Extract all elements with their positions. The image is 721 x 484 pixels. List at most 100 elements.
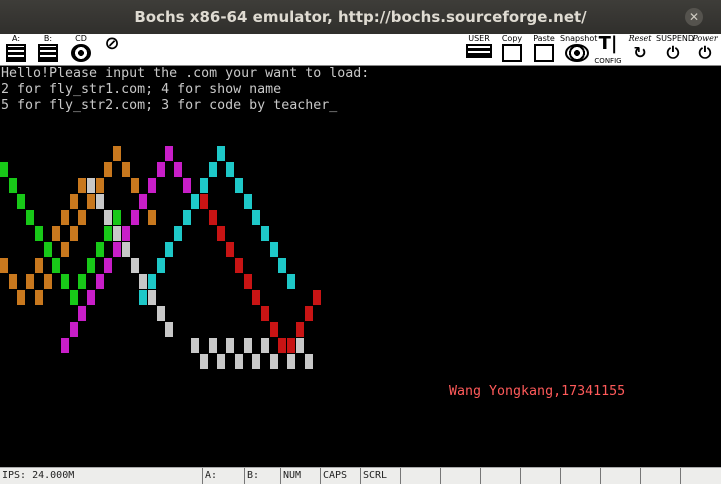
camera-icon [565, 44, 589, 62]
num-lock-indicator: NUM [280, 468, 319, 484]
flying-char-cell [52, 226, 60, 241]
console-line-1: Hello!Please input the .com your want to… [1, 66, 370, 81]
floppy-icon [38, 44, 58, 62]
flying-char-cell [131, 178, 139, 193]
copy-button[interactable]: Copy [498, 34, 526, 65]
cdrom-icon [71, 44, 91, 62]
flying-char-cell [157, 258, 165, 273]
flying-char-cell [287, 354, 295, 369]
flying-char-cell [244, 274, 252, 289]
flying-char-cell [113, 226, 121, 241]
flying-char-cell [305, 354, 313, 369]
flying-char-cell [270, 354, 278, 369]
floppy-a-indicator: A: [202, 468, 243, 484]
flying-char-cell [235, 258, 243, 273]
flying-char-cell [131, 210, 139, 225]
power-button[interactable]: Power ⏻ [690, 34, 720, 65]
user-button[interactable]: USER [464, 34, 494, 65]
flying-char-cell [148, 210, 156, 225]
emulator-screen[interactable]: Hello!Please input the .com your want to… [0, 66, 721, 467]
flying-char-cell [174, 162, 182, 177]
flying-char-cell [252, 210, 260, 225]
status-slot [400, 468, 441, 484]
window-titlebar[interactable]: Bochs x86-64 emulator, http://bochs.sour… [0, 0, 721, 34]
flying-char-cell [35, 226, 43, 241]
flying-char-cell [252, 290, 260, 305]
floppy-a-label: A: [11, 34, 21, 43]
flying-char-cell [226, 162, 234, 177]
config-label: CONFIG [594, 57, 622, 65]
flying-char-cell [35, 258, 43, 273]
paste-button[interactable]: Paste [530, 34, 558, 65]
snapshot-button[interactable]: Snapshot [560, 34, 598, 65]
flying-char-cell [9, 178, 17, 193]
flying-char-cell [0, 162, 8, 177]
floppy-b-label: B: [43, 34, 53, 43]
flying-char-cell [200, 194, 208, 209]
reset-label: Reset [628, 34, 652, 43]
mouse-button[interactable]: ⊘ [98, 34, 126, 65]
flying-char-cell [78, 210, 86, 225]
flying-char-cell [44, 242, 52, 257]
flying-char-cell [26, 210, 34, 225]
copy-icon [502, 44, 522, 62]
mouse-disabled-icon: ⊘ [104, 33, 120, 54]
flying-char-cell [244, 338, 252, 353]
flying-char-cell [261, 338, 269, 353]
flying-char-cell [0, 258, 8, 273]
flying-char-cell [70, 226, 78, 241]
flying-char-cell [61, 242, 69, 257]
flying-char-cell [44, 274, 52, 289]
flying-char-cell [296, 338, 304, 353]
close-icon[interactable]: ✕ [685, 8, 703, 26]
flying-char-cell [87, 258, 95, 273]
flying-char-cell [139, 274, 147, 289]
flying-char-cell [235, 178, 243, 193]
flying-char-cell [183, 210, 191, 225]
flying-char-cell [305, 306, 313, 321]
copy-label: Copy [501, 34, 523, 43]
flying-char-cell [78, 274, 86, 289]
config-button[interactable]: T| CONFIG [594, 34, 622, 66]
status-slot [640, 468, 681, 484]
floppy-a-button[interactable]: A: [4, 34, 28, 65]
flying-char-cell [157, 306, 165, 321]
suspend-button[interactable]: SUSPEND ⏻ [656, 34, 694, 65]
floppy-b-button[interactable]: B: [36, 34, 60, 65]
cdrom-label: CD [75, 34, 87, 43]
flying-char-cell [296, 322, 304, 337]
console-line-3: 5 for fly_str2.com; 3 for code by teache… [1, 98, 337, 114]
flying-char-cell [70, 322, 78, 337]
flying-char-cell [209, 210, 217, 225]
cdrom-button[interactable]: CD [66, 34, 96, 65]
flying-char-cell [17, 290, 25, 305]
scroll-lock-indicator: SCRL [360, 468, 399, 484]
flying-char-cell [217, 146, 225, 161]
flying-char-cell [287, 274, 295, 289]
flying-char-cell [35, 290, 43, 305]
status-slot [520, 468, 561, 484]
flying-char-cell [122, 226, 130, 241]
flying-char-cell [104, 210, 112, 225]
user-label: USER [468, 34, 490, 43]
flying-char-cell [122, 162, 130, 177]
flying-char-cell [104, 258, 112, 273]
flying-char-cell [61, 210, 69, 225]
status-slot [560, 468, 601, 484]
flying-char-cell [96, 242, 104, 257]
console-line-2: 2 for fly_str1.com; 4 for show name [1, 82, 282, 97]
flying-char-cell [148, 274, 156, 289]
flying-char-cell [278, 258, 286, 273]
flying-char-cell [104, 162, 112, 177]
reset-button[interactable]: Reset ↻ [624, 34, 656, 65]
flying-char-cell [252, 354, 260, 369]
status-slot [480, 468, 521, 484]
flying-char-cell [96, 274, 104, 289]
flying-char-cell [165, 242, 173, 257]
paste-label: Paste [533, 34, 555, 43]
flying-char-cell [261, 306, 269, 321]
snapshot-label: Snapshot [560, 34, 598, 43]
reset-icon: ↻ [633, 43, 647, 62]
flying-char-cell [78, 306, 86, 321]
flying-char-cell [278, 338, 286, 353]
